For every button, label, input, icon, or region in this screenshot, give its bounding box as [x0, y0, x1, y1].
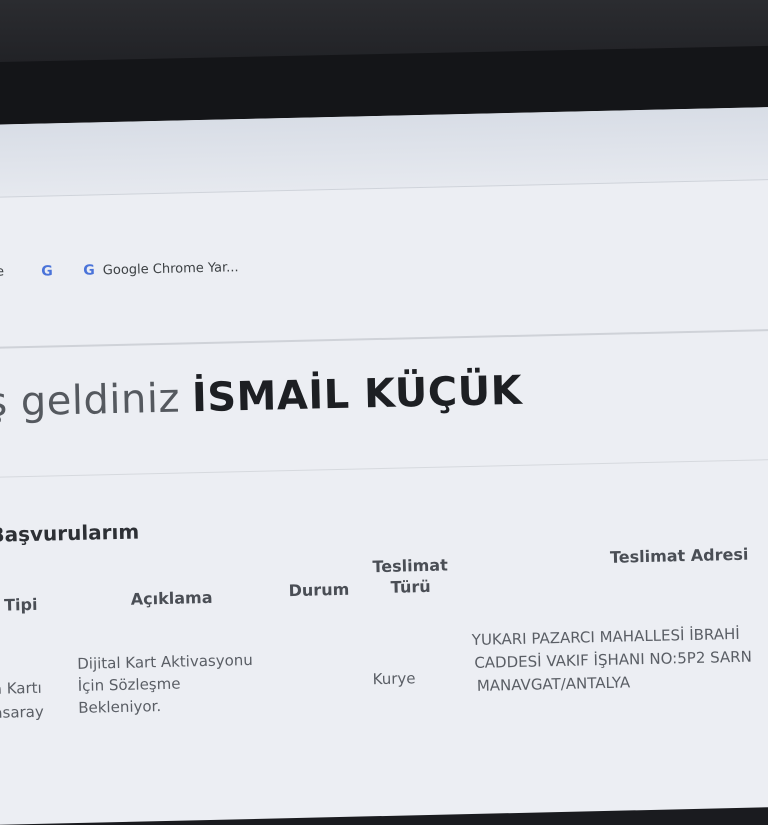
cell-address-line3: MANAVGAT/ANTALYA — [476, 673, 631, 695]
cell-type-line2: asaray — [0, 702, 44, 722]
bookmark-label: me — [0, 264, 5, 280]
google-icon: G — [41, 263, 54, 280]
column-header-status: Durum — [288, 579, 350, 601]
section-title: Başvurularım — [0, 519, 140, 547]
column-header-description: Açıklama — [130, 587, 213, 609]
bookmark-item-1[interactable]: me — [0, 264, 4, 279]
header-divider — [0, 328, 768, 349]
bookmark-label: Google Chrome Yar... — [102, 259, 239, 278]
bookmarks-bar: me G G Google Chrome Yar... — [0, 236, 768, 295]
welcome-prefix: ş geldiniz — [0, 375, 181, 426]
welcome-heading: ş geldiniz İSMAİL KÜÇÜK — [0, 368, 523, 426]
content-divider — [0, 458, 768, 478]
cell-description: Dijital Kart Aktivasyonu İçin Sözleşme B… — [77, 650, 254, 717]
column-header-delivery-type: Teslimat Türü — [372, 555, 448, 597]
bookmark-item-google[interactable]: G — [41, 263, 53, 279]
cell-type-line1: a Kartı — [0, 678, 42, 698]
bookmark-item-google-chrome[interactable]: G Google Chrome Yar... — [83, 259, 239, 279]
cell-delivery-type: Kurye — [372, 669, 416, 689]
browser-screen: me G G Google Chrome Yar... ş geldiniz İS… — [0, 106, 768, 825]
google-icon: G — [83, 262, 96, 279]
column-header-address: Teslimat Adresi — [609, 544, 749, 567]
user-name: İSMAİL KÜÇÜK — [191, 367, 523, 422]
column-header-type: t Tipi — [0, 594, 38, 615]
